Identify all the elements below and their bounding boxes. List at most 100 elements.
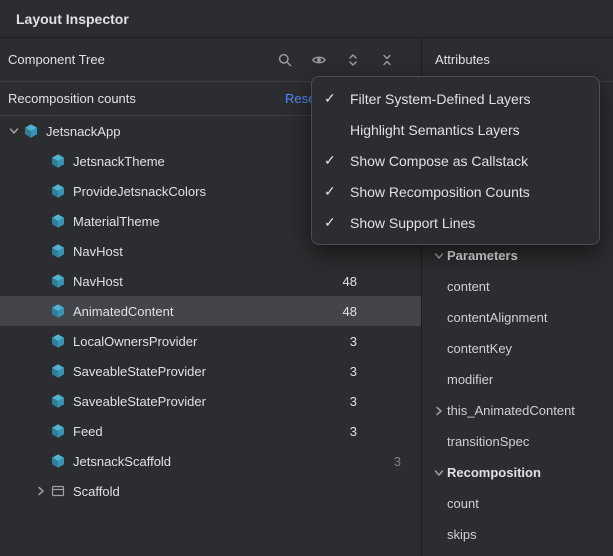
attribute-expander-spacer [431, 434, 447, 450]
tree-node-label: LocalOwnersProvider [73, 334, 197, 349]
layout-inspector-window: Layout Inspector Component Tree [0, 0, 613, 556]
menu-item-show-support-lines[interactable]: ✓Show Support Lines [312, 207, 599, 238]
tree-expander-icon[interactable] [33, 483, 49, 499]
tree-expander-spacer [33, 153, 49, 169]
attribute-row-modifier[interactable]: modifier [423, 364, 613, 395]
menu-item-label: Show Compose as Callstack [350, 153, 528, 169]
checkmark-icon: ✓ [324, 152, 350, 169]
attribute-row-contentalignment[interactable]: contentAlignment [423, 302, 613, 333]
tree-expander-spacer [33, 273, 49, 289]
attribute-name: content [447, 279, 490, 294]
compose-node-icon [49, 452, 67, 470]
section-label: Recomposition [447, 465, 541, 480]
recomposition-count: 3 [350, 334, 357, 349]
attribute-expander-spacer [431, 310, 447, 326]
checkmark-icon: ✓ [324, 90, 350, 107]
checkmark-icon: ✓ [324, 214, 350, 231]
tree-node-label: SaveableStateProvider [73, 394, 206, 409]
tree-expander-spacer [33, 183, 49, 199]
panel-title: Layout Inspector [16, 11, 129, 27]
component-tree-title: Component Tree [8, 52, 105, 67]
tree-expander-spacer [33, 213, 49, 229]
recomposition-count: 48 [343, 304, 357, 319]
menu-item-label: Highlight Semantics Layers [350, 122, 520, 138]
attribute-row-contentkey[interactable]: contentKey [423, 333, 613, 364]
menu-item-label: Show Support Lines [350, 215, 475, 231]
attribute-row-this-animatedcontent[interactable]: this_AnimatedContent [423, 395, 613, 426]
attributes-section-recomposition[interactable]: Recomposition [423, 457, 613, 488]
tree-node-SaveableStateProvider[interactable]: SaveableStateProvider 3 [0, 386, 421, 416]
recomposition-count: 3 [350, 424, 357, 439]
tree-node-AnimatedContent[interactable]: AnimatedContent48 [0, 296, 421, 326]
attributes-list: Parameters content contentAlignment content… [423, 240, 613, 550]
tree-node-Scaffold[interactable]: Scaffold [0, 476, 421, 506]
section-expander-icon[interactable] [431, 248, 447, 264]
tree-expander-spacer [33, 333, 49, 349]
compose-node-icon [49, 362, 67, 380]
view-node-icon [49, 482, 67, 500]
tree-node-LocalOwnersProvider[interactable]: LocalOwnersProvider 3 [0, 326, 421, 356]
attribute-row-transitionspec[interactable]: transitionSpec [423, 426, 613, 457]
attribute-name: contentAlignment [447, 310, 547, 325]
attribute-row-count[interactable]: count [423, 488, 613, 519]
view-options-eye-icon[interactable] [311, 52, 327, 68]
section-label: Parameters [447, 248, 518, 263]
tree-node-Feed[interactable]: Feed 3 [0, 416, 421, 446]
recomposition-count: 3 [350, 364, 357, 379]
attribute-expander-spacer [431, 341, 447, 357]
attribute-name: this_AnimatedContent [447, 403, 575, 418]
toolbar-icon-group [277, 52, 413, 68]
attribute-name: transitionSpec [447, 434, 529, 449]
tree-expander-spacer [33, 393, 49, 409]
tree-node-JetsnackScaffold[interactable]: JetsnackScaffold 3 [0, 446, 421, 476]
tree-node-label: SaveableStateProvider [73, 364, 206, 379]
menu-item-label: Filter System-Defined Layers [350, 91, 531, 107]
recomposition-count: 48 [343, 274, 357, 289]
compose-node-icon [49, 242, 67, 260]
menu-item-show-compose-as-callstack[interactable]: ✓Show Compose as Callstack [312, 145, 599, 176]
attribute-row-skips[interactable]: skips [423, 519, 613, 550]
tree-node-label: Feed [73, 424, 103, 439]
collapse-all-icon[interactable] [379, 52, 395, 68]
compose-node-icon [49, 392, 67, 410]
recomposition-count: 3 [350, 394, 357, 409]
tree-node-label: Scaffold [73, 484, 120, 499]
tree-node-label: NavHost [73, 244, 123, 259]
recomposition-count: 3 [394, 454, 401, 469]
tree-node-label: ProvideJetsnackColors [73, 184, 206, 199]
menu-item-filter-system-defined-layers[interactable]: ✓Filter System-Defined Layers [312, 83, 599, 114]
compose-node-icon [22, 122, 40, 140]
attribute-row-content[interactable]: content [423, 271, 613, 302]
tree-node-label: JetsnackApp [46, 124, 120, 139]
tree-expander-spacer [33, 453, 49, 469]
tree-expander-spacer [33, 423, 49, 439]
menu-item-show-recomposition-counts[interactable]: ✓Show Recomposition Counts [312, 176, 599, 207]
view-options-menu: ✓Filter System-Defined LayersHighlight S… [311, 76, 600, 245]
attribute-expander-spacer [431, 372, 447, 388]
compose-node-icon [49, 302, 67, 320]
attribute-name: skips [447, 527, 477, 542]
tree-node-NavHost[interactable]: NavHost 48 [0, 266, 421, 296]
compose-node-icon [49, 182, 67, 200]
attribute-name: count [447, 496, 479, 511]
tree-node-label: JetsnackScaffold [73, 454, 171, 469]
compose-node-icon [49, 212, 67, 230]
tree-node-SaveableStateProvider[interactable]: SaveableStateProvider 3 [0, 356, 421, 386]
tree-node-label: NavHost [73, 274, 123, 289]
menu-item-highlight-semantics-layers[interactable]: Highlight Semantics Layers [312, 114, 599, 145]
compose-node-icon [49, 152, 67, 170]
checkmark-icon: ✓ [324, 183, 350, 200]
tree-expander-icon[interactable] [6, 123, 22, 139]
compose-node-icon [49, 272, 67, 290]
tree-expander-spacer [33, 363, 49, 379]
search-icon[interactable] [277, 52, 293, 68]
attribute-expander-icon[interactable] [431, 403, 447, 419]
panel-titlebar: Layout Inspector [0, 0, 613, 38]
menu-item-label: Show Recomposition Counts [350, 184, 530, 200]
section-expander-icon[interactable] [431, 465, 447, 481]
expand-all-icon[interactable] [345, 52, 361, 68]
attributes-title: Attributes [435, 52, 490, 67]
recomposition-counts-label: Recomposition counts [8, 91, 136, 106]
compose-node-icon [49, 422, 67, 440]
attribute-expander-spacer [431, 496, 447, 512]
